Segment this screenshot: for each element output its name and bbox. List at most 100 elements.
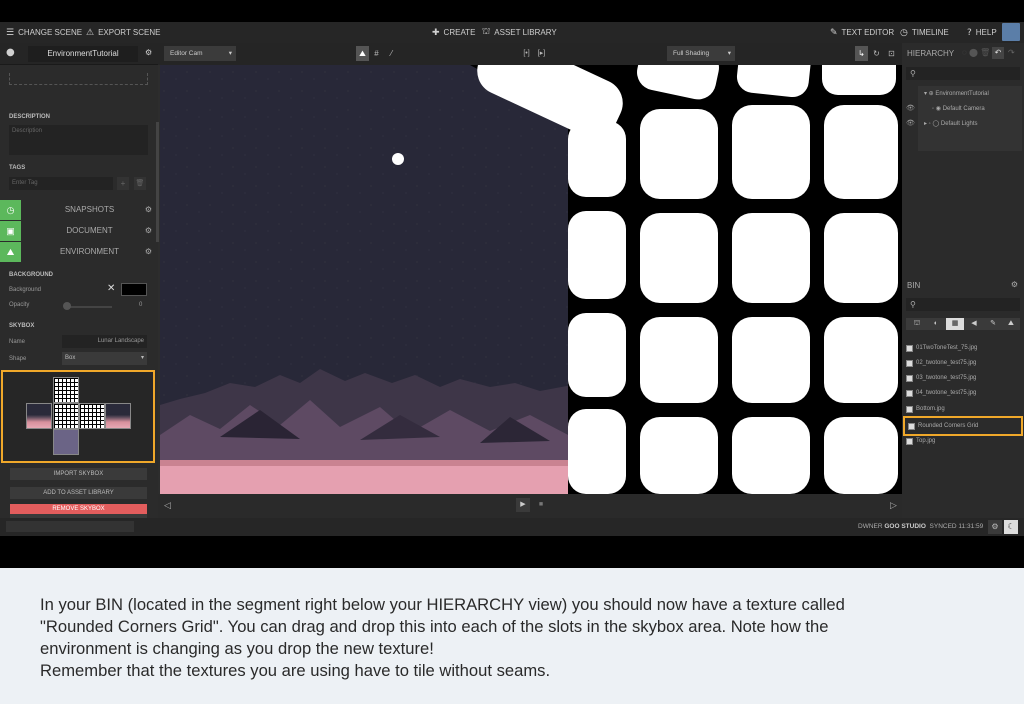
gear-icon[interactable]: ⚙ xyxy=(145,242,152,262)
help-menu[interactable]: ? HELP xyxy=(967,22,997,43)
bin-filter-audio-icon[interactable]: ◀ xyxy=(965,318,983,330)
settings-icon[interactable]: ⚙ xyxy=(988,520,1002,534)
moon-icon[interactable]: ☾ xyxy=(1004,520,1018,534)
frame-icon[interactable]: [▸] xyxy=(535,46,548,61)
hierarchy-title: HIERARCHY xyxy=(907,49,955,58)
scale-gizmo-icon[interactable]: ⊡ xyxy=(885,46,898,61)
document-icon[interactable]: ▣ xyxy=(0,221,21,241)
tag-input[interactable]: Enter Tag xyxy=(9,177,113,190)
bin-item[interactable]: Bottom.jpg xyxy=(906,403,1022,416)
skybox-slot-top[interactable] xyxy=(53,377,79,403)
collapse-left-icon[interactable]: ◁ xyxy=(164,500,171,511)
export-scene-menu[interactable]: ⚠ EXPORT SCENE xyxy=(86,22,160,43)
skybox-slot-front[interactable] xyxy=(53,403,79,429)
snapshots-icon[interactable]: ◷ xyxy=(0,200,21,220)
wand-icon[interactable]: ⁄ xyxy=(385,46,398,61)
skybox-shape-select[interactable]: Box ▾ xyxy=(62,352,147,365)
gear-icon[interactable]: ⚙ xyxy=(145,200,152,220)
create-label: CREATE xyxy=(443,28,476,37)
collapse-right-icon[interactable]: ▷ xyxy=(890,500,897,511)
bin-search[interactable]: ⚲ xyxy=(906,298,1020,311)
image-icon xyxy=(906,406,913,413)
shading-select[interactable]: Full Shading ▾ xyxy=(667,46,735,61)
eye-icon[interactable]: 👁 xyxy=(906,104,915,112)
rotate-gizmo-icon[interactable]: ↻ xyxy=(870,46,883,61)
hierarchy-item-camera[interactable]: ◦ ◉ Default Camera xyxy=(932,105,985,112)
owner-label: DWNER xyxy=(858,523,883,530)
redo-icon[interactable]: ↷ xyxy=(1008,48,1015,57)
opacity-slider[interactable] xyxy=(64,306,112,308)
section-snapshots-label: SNAPSHOTS xyxy=(64,205,115,214)
bin-item-rounded-corners-grid[interactable]: Rounded Corners Grid xyxy=(903,416,1023,436)
create-menu[interactable]: ✚ CREATE xyxy=(432,22,475,43)
camera-select[interactable]: Editor Cam ▾ xyxy=(164,46,236,61)
user-avatar[interactable] xyxy=(1002,23,1020,41)
move-gizmo-icon[interactable]: ↳ xyxy=(855,46,868,61)
scene-bar: ● EnvironmentTutorial ⚙ xyxy=(0,43,158,65)
bin-filter-script-icon[interactable]: ✎ xyxy=(984,318,1002,330)
skybox-shape-label: Shape xyxy=(9,356,27,362)
skybox-name-field[interactable]: Lunar Landscape xyxy=(62,335,147,348)
import-skybox-button[interactable]: IMPORT SKYBOX xyxy=(10,468,147,480)
timeline-menu[interactable]: ◷ TIMELINE xyxy=(900,22,949,43)
skybox-shape-value: Box xyxy=(65,355,76,361)
bin-item[interactable]: 04_twotone_test75.jpg xyxy=(906,387,1022,400)
asset-library-menu[interactable]: ⛫ ASSET LIBRARY xyxy=(482,22,557,43)
bin-filter-material-icon[interactable]: ◐ xyxy=(927,318,945,330)
hierarchy-item-root[interactable]: ▾ ⊕ EnvironmentTutorial xyxy=(924,90,989,97)
bin-filter-environment-icon[interactable]: ⛰ xyxy=(1002,318,1020,330)
gear-icon[interactable]: ⚙ xyxy=(1011,280,1018,289)
play-button[interactable]: ▶ xyxy=(516,498,530,512)
help-icon: ? xyxy=(967,27,972,38)
bin-filter-all-icon[interactable]: ⛫ xyxy=(908,318,926,330)
description-field[interactable]: Description xyxy=(9,125,148,155)
text-editor-menu[interactable]: ✎ TEXT EDITOR xyxy=(830,22,894,43)
hierarchy-search[interactable]: ⚲ xyxy=(906,67,1020,80)
section-snapshots[interactable]: SNAPSHOTS ⚙ xyxy=(21,200,158,220)
change-scene-menu[interactable]: ☰ CHANGE SCENE xyxy=(6,22,82,43)
undo-icon[interactable]: ↶ xyxy=(992,47,1004,59)
section-document[interactable]: DOCUMENT ⚙ xyxy=(21,221,158,241)
skybox-slot-right[interactable] xyxy=(79,403,105,429)
bin-item[interactable]: 03_twotone_test75.jpg xyxy=(906,372,1022,385)
bin-item[interactable]: 02_twotone_test75.jpg xyxy=(906,357,1022,370)
opacity-slider-handle[interactable] xyxy=(63,302,71,310)
tags-heading: TAGS xyxy=(9,165,26,171)
remove-skybox-button[interactable]: REMOVE SKYBOX xyxy=(10,504,147,514)
scene-name-field[interactable]: EnvironmentTutorial xyxy=(28,46,138,62)
background-color-swatch[interactable] xyxy=(121,283,147,296)
environment-icon[interactable]: ⛰ xyxy=(0,242,21,262)
image-icon xyxy=(906,438,913,445)
status-text: DWNER GOO STUDIO SYNCED 11:31:59 xyxy=(858,523,983,530)
status-progress-track xyxy=(6,521,134,532)
add-tag-button[interactable]: + xyxy=(117,177,129,190)
gear-icon[interactable]: ⚙ xyxy=(145,48,152,57)
bin-item-label: 01TwoToneTest_75.jpg xyxy=(916,345,978,351)
opacity-value[interactable]: 0 xyxy=(139,302,142,308)
bin-item[interactable]: Top.jpg xyxy=(906,435,1022,448)
clear-background-icon[interactable]: ✕ xyxy=(107,283,115,294)
section-environment[interactable]: ENVIRONMENT ⚙ xyxy=(21,242,158,262)
landscape-icon[interactable]: ⛰ xyxy=(356,46,369,61)
playback-bar: ◁ ▶ ■ ▷ xyxy=(158,494,902,518)
grid-icon[interactable]: # xyxy=(370,46,383,61)
eye-icon[interactable]: 👁 xyxy=(906,119,915,127)
bin-filter-texture-icon[interactable]: ▦ xyxy=(946,318,964,330)
opacity-label: Opacity xyxy=(9,302,30,308)
skybox-slot-bottom[interactable] xyxy=(53,429,79,455)
stop-button[interactable]: ■ xyxy=(534,498,548,512)
add-to-asset-library-button[interactable]: ADD TO ASSET LIBRARY xyxy=(10,487,147,499)
thumbnail-drop-area[interactable] xyxy=(9,73,148,85)
fit-icon[interactable]: [•] xyxy=(520,46,533,61)
bin-item[interactable]: 01TwoToneTest_75.jpg xyxy=(906,342,1022,355)
skybox-slot-back[interactable] xyxy=(105,403,131,429)
delete-tag-button[interactable]: 🗑 xyxy=(134,177,146,190)
left-scrollbar[interactable] xyxy=(156,122,159,242)
hierarchy-item-label: Default Lights xyxy=(940,121,978,127)
3d-viewport[interactable] xyxy=(160,65,902,494)
gear-icon[interactable]: ⚙ xyxy=(145,221,152,241)
skybox-slot-left[interactable] xyxy=(26,403,52,429)
top-letterbox xyxy=(0,0,1024,22)
scene-render xyxy=(160,65,902,494)
hierarchy-item-lights[interactable]: ▸ ◦ ◯ Default Lights xyxy=(924,120,978,127)
